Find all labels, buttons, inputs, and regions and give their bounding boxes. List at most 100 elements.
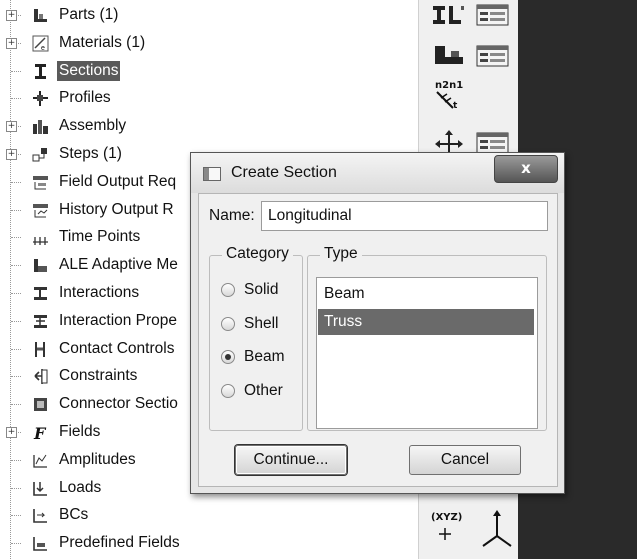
tree-item-label: Time Points xyxy=(59,228,141,246)
tree-item-label: Parts (1) xyxy=(59,6,119,23)
tree-item-label: Fields xyxy=(59,423,101,440)
radio-button-icon[interactable] xyxy=(221,283,235,297)
connector-sections-icon xyxy=(32,396,49,413)
category-radio-other[interactable]: Other xyxy=(221,380,283,402)
radio-label: Other xyxy=(244,381,283,399)
profiles-icon xyxy=(32,90,49,107)
tree-branch-line xyxy=(11,98,21,100)
tree-item-label: Steps (1) xyxy=(59,145,122,162)
time-points-icon xyxy=(32,229,49,246)
name-label: Name: xyxy=(209,207,255,224)
beam-orientation-manager-icon[interactable] xyxy=(475,42,511,70)
radio-button-icon[interactable] xyxy=(221,316,235,331)
tree-item-label: Loads xyxy=(59,478,102,496)
expand-toggle-icon[interactable]: + xyxy=(6,121,17,133)
tree-branch-line xyxy=(11,265,21,267)
tree-branch-line xyxy=(11,376,21,378)
tree-item-label: Sections xyxy=(57,60,121,81)
category-radio-shell[interactable]: Shell xyxy=(221,313,278,335)
dialog-title: Create Section xyxy=(231,164,337,181)
amplitudes-icon xyxy=(32,452,49,469)
category-radio-solid[interactable]: Solid xyxy=(221,279,278,301)
predefined-fields-icon xyxy=(32,535,49,552)
cancel-button[interactable]: Cancel xyxy=(409,445,521,475)
type-list[interactable]: Beam Truss xyxy=(316,277,538,429)
radio-label: Shell xyxy=(244,314,279,332)
section-manager-icon[interactable] xyxy=(475,2,511,28)
create-section-dialog: Create Section x Name: Category Solid She… xyxy=(190,152,565,494)
sections-icon xyxy=(32,63,49,80)
tree-branch-line xyxy=(11,543,21,545)
steps-icon xyxy=(32,146,49,163)
name-field[interactable] xyxy=(261,201,548,231)
tree-item-label: Constraints xyxy=(59,367,138,385)
tree-item-label: Field Output Req xyxy=(59,172,177,190)
continue-button[interactable]: Continue... xyxy=(235,445,347,475)
expand-toggle-icon[interactable]: + xyxy=(6,37,17,49)
tree-branch-line xyxy=(11,209,21,211)
radio-label: Solid xyxy=(244,281,279,298)
tree-item-label: History Output R xyxy=(59,200,174,218)
tree-item-label: Contact Controls xyxy=(59,339,175,357)
contact-controls-icon xyxy=(32,341,49,358)
tree-branch-line xyxy=(11,293,21,294)
tree-branch-line xyxy=(11,320,21,322)
category-title: Category xyxy=(222,245,293,263)
tree-item-label: Assembly xyxy=(59,117,127,135)
datum-axes-icon[interactable] xyxy=(477,506,517,554)
tree-item-label: Profiles xyxy=(59,89,111,107)
bcs-icon xyxy=(32,507,49,524)
constraints-icon xyxy=(32,368,49,385)
expand-toggle-icon[interactable]: + xyxy=(6,10,17,21)
parts-icon xyxy=(32,7,49,24)
materials-icon: e xyxy=(32,35,49,52)
normal-tangent-icon[interactable]: n2n1 t xyxy=(431,76,471,112)
tree-branch-line xyxy=(11,487,21,489)
tree-item-label: Amplitudes xyxy=(59,450,136,468)
tree-branch-line xyxy=(11,404,21,406)
assembly-icon xyxy=(32,118,49,135)
svg-text:(XYZ): (XYZ) xyxy=(431,512,462,523)
tree-item-label: Materials (1) xyxy=(59,33,146,51)
interactions-icon xyxy=(32,285,49,302)
beam-orientation-icon[interactable] xyxy=(431,42,467,70)
tree-branch-line xyxy=(11,459,21,461)
radio-button-icon[interactable] xyxy=(221,350,235,364)
tree-branch-line xyxy=(11,237,21,239)
dialog-titlebar[interactable]: Create Section x xyxy=(191,153,564,193)
svg-text:n2n1: n2n1 xyxy=(435,80,463,91)
type-list-item[interactable]: Truss xyxy=(318,309,534,335)
tree-item-label: Interaction Prope xyxy=(59,311,178,329)
tree-branch-line xyxy=(11,181,21,183)
ale-adaptive-icon xyxy=(32,257,49,274)
tree-item[interactable]: Profiles xyxy=(0,85,418,112)
tree-item-label: Interactions xyxy=(59,284,140,301)
csys-icon[interactable]: (XYZ) xyxy=(429,506,477,546)
tree-item[interactable]: Predefined Fields xyxy=(0,530,418,557)
tree-item[interactable]: + Assembly xyxy=(0,113,418,140)
expand-toggle-icon[interactable]: + xyxy=(6,149,17,160)
type-title: Type xyxy=(320,245,362,263)
section-assign-icon[interactable] xyxy=(431,2,467,28)
history-output-icon xyxy=(32,202,49,219)
svg-text:e: e xyxy=(41,45,45,52)
fields-icon: F xyxy=(32,424,49,441)
radio-button-icon[interactable] xyxy=(221,383,235,398)
svg-text:t: t xyxy=(453,101,458,111)
tree-branch-line xyxy=(11,348,21,350)
tree-item-label: ALE Adaptive Me xyxy=(59,256,178,274)
tree-item-label: Predefined Fields xyxy=(59,534,180,552)
expand-toggle-icon[interactable]: + xyxy=(6,427,17,438)
type-list-item[interactable]: Beam xyxy=(318,281,534,307)
category-radio-beam[interactable]: Beam xyxy=(221,346,285,368)
tree-item[interactable]: + e Materials (1) xyxy=(0,30,418,57)
tree-item[interactable]: Sections xyxy=(0,58,418,85)
tree-item[interactable]: BCs xyxy=(0,502,418,529)
radio-label: Beam xyxy=(244,348,285,365)
tree-branch-line xyxy=(11,70,21,72)
tree-item-label: Connector Sectio xyxy=(59,395,178,413)
tree-branch-line xyxy=(11,515,21,517)
loads-icon xyxy=(32,480,49,497)
tree-item[interactable]: + Parts (1) xyxy=(0,2,418,29)
close-button[interactable]: x xyxy=(494,155,558,183)
